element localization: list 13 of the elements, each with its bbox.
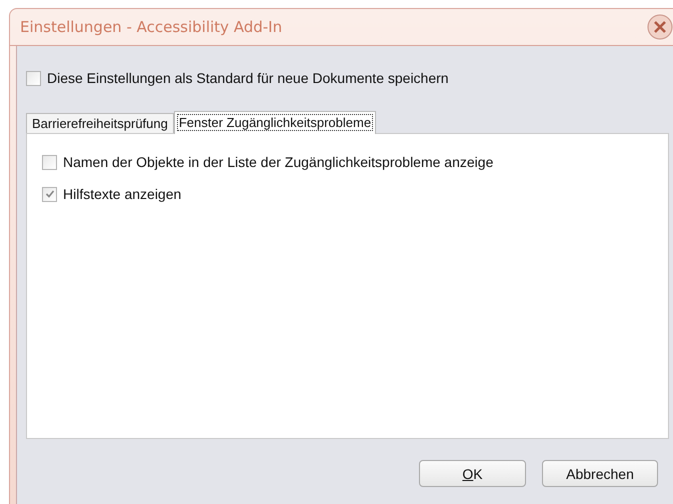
close-icon[interactable]: [647, 14, 673, 40]
checkbox[interactable]: [42, 186, 57, 202]
ok-button[interactable]: OK: [419, 460, 526, 487]
checkbox-label: Hilfstexte anzeigen: [63, 186, 182, 202]
cancel-button[interactable]: Abbrechen: [542, 460, 658, 487]
checkbox-label: Namen der Objekte in der Liste der Zugänglichkeitsprobleme anzeige: [63, 154, 494, 170]
checkbox-label: Diese Einstellungen als Standard für neue Dokumente speichern: [47, 70, 449, 86]
checkbox[interactable]: [42, 154, 57, 170]
tab[interactable]: Barrierefreiheitsprüfung: [26, 113, 174, 133]
checkbox[interactable]: [26, 70, 41, 86]
tab[interactable]: Fenster Zugänglichkeitsprobleme: [174, 111, 376, 134]
window-title: Einstellungen - Accessibility Add-In: [20, 18, 282, 36]
check-icon: [44, 189, 54, 199]
